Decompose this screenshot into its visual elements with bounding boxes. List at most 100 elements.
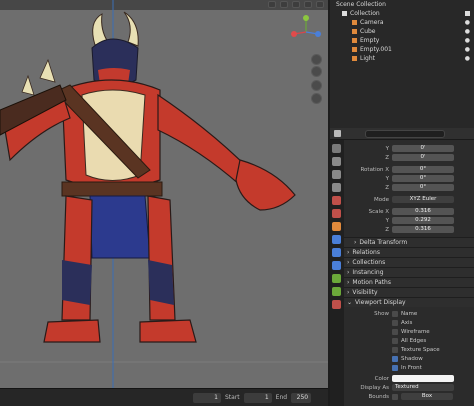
particles-tab-icon[interactable] (332, 248, 341, 257)
rotation-z-field[interactable]: 0° (392, 184, 454, 191)
scene-collection-row[interactable]: Scene Collection (330, 0, 474, 9)
outliner-row-label: Empty.001 (360, 46, 392, 53)
world-tab-icon[interactable] (332, 209, 341, 218)
outliner-row-camera[interactable]: Camera ● (330, 18, 474, 27)
editor-type-icon[interactable] (334, 130, 341, 137)
section-visibility[interactable]: › Visibility (344, 287, 474, 297)
eye-icon[interactable]: ● (465, 27, 470, 36)
transform-row: Z 0.316 (344, 225, 474, 234)
chevron-right-icon: › (347, 279, 350, 286)
show-option-row: Show Name (374, 310, 418, 317)
material-tab-icon[interactable] (332, 300, 341, 309)
transform-row: Z 0° (344, 183, 474, 192)
wireframe-checkbox[interactable] (392, 328, 398, 335)
eye-icon[interactable]: ● (465, 36, 470, 45)
section-collections[interactable]: › Collections (344, 257, 474, 267)
show-option-row: In Front (344, 363, 474, 372)
properties-header (330, 128, 474, 140)
start-label: Start (225, 394, 240, 401)
camera-view-icon[interactable] (311, 80, 322, 91)
outliner-row-empty-001[interactable]: Empty.001 ● (330, 45, 474, 54)
section-instancing[interactable]: › Instancing (344, 267, 474, 277)
outliner-row-collection[interactable]: Collection (330, 9, 474, 18)
chevron-right-icon: › (347, 269, 350, 276)
outliner-row-label: Empty (360, 37, 380, 44)
output-tab-icon[interactable] (332, 170, 341, 179)
camera-icon (352, 20, 357, 25)
data-tab-icon[interactable] (332, 287, 341, 296)
object-tab-icon[interactable] (332, 222, 341, 231)
section-motion-paths[interactable]: › Motion Paths (344, 277, 474, 287)
eye-icon[interactable]: ● (465, 45, 470, 54)
scene-tab-icon[interactable] (332, 196, 341, 205)
in-front-checkbox[interactable] (392, 364, 398, 371)
scale-y-field[interactable]: 0.292 (392, 217, 454, 224)
transform-row: Y 0° (344, 174, 474, 183)
navigation-gizmo[interactable] (286, 12, 326, 52)
scale-z-field[interactable]: 0.316 (392, 226, 454, 233)
end-frame-field[interactable]: 250 (291, 392, 312, 403)
display-as-dropdown[interactable]: Textured (392, 384, 454, 391)
shadow-checkbox[interactable] (392, 355, 398, 362)
section-viewport-display[interactable]: ⌄ Viewport Display (344, 297, 474, 307)
modifier-tab-icon[interactable] (332, 235, 341, 244)
location-y-field[interactable]: 0' (392, 145, 454, 152)
perspective-grid-icon[interactable] (311, 93, 322, 104)
axis-checkbox[interactable] (392, 319, 398, 326)
transform-row: Z 0' (344, 153, 474, 162)
outliner-row-empty[interactable]: Empty ● (330, 36, 474, 45)
texture-space-checkbox[interactable] (392, 346, 398, 353)
scene-collection-label: Scene Collection (336, 1, 386, 8)
properties-tabs (330, 140, 344, 406)
eye-icon[interactable]: ● (465, 54, 470, 63)
eye-icon[interactable]: ● (465, 18, 470, 27)
outliner-panel: Scene Collection Collection Camera ● Cub… (330, 0, 474, 128)
zoom-icon[interactable] (311, 54, 322, 65)
chevron-right-icon: › (354, 239, 357, 246)
section-delta-transform[interactable]: › Delta Transform (344, 237, 474, 247)
3d-viewport[interactable] (0, 0, 328, 388)
rotation-mode-dropdown[interactable]: XYZ Euler (392, 196, 454, 203)
chevron-down-icon: ⌄ (347, 299, 353, 306)
outliner-row-light[interactable]: Light ● (330, 54, 474, 63)
collection-icon (342, 11, 347, 16)
chevron-right-icon: › (347, 249, 350, 256)
empty-icon (352, 47, 357, 52)
outliner-row-label: Collection (350, 10, 380, 17)
color-swatch[interactable] (392, 375, 454, 382)
render-tab-icon[interactable] (332, 157, 341, 166)
checkbox-icon[interactable] (465, 11, 470, 16)
physics-tab-icon[interactable] (332, 261, 341, 270)
outliner-row-label: Camera (360, 19, 384, 26)
end-label: End (275, 394, 288, 401)
view-layer-tab-icon[interactable] (332, 183, 341, 192)
outliner-row-label: Cube (360, 28, 376, 35)
rotation-x-field[interactable]: 0° (392, 166, 454, 173)
properties-search-input[interactable] (365, 129, 445, 138)
scale-x-field[interactable]: 0.316 (392, 208, 454, 215)
start-frame-field[interactable]: 1 (243, 392, 272, 403)
transform-row: Mode XYZ Euler (344, 195, 474, 204)
properties-panel: Y 0' Z 0' Rotation X 0° Y 0° Z 0° Mode XYZ Eul… (344, 140, 474, 406)
location-z-field[interactable]: 0' (392, 154, 454, 161)
current-frame-field[interactable]: 1 (193, 392, 221, 403)
rotation-y-field[interactable]: 0° (392, 175, 454, 182)
section-relations[interactable]: › Relations (344, 247, 474, 257)
reference-image (0, 0, 328, 388)
pan-hand-icon[interactable] (311, 66, 322, 77)
transform-row: Y 0' (344, 144, 474, 153)
tool-tab-icon[interactable] (332, 144, 341, 153)
bounds-dropdown[interactable]: Box (401, 393, 453, 400)
bounds-checkbox[interactable] (392, 393, 398, 400)
show-option-row: Shadow (344, 354, 474, 363)
color-row: Color (344, 374, 474, 383)
show-option-row: Axis (344, 318, 474, 327)
name-checkbox[interactable] (392, 310, 398, 317)
chevron-right-icon: › (347, 259, 350, 266)
show-option-row: Wireframe (344, 327, 474, 336)
chevron-right-icon: › (347, 289, 350, 296)
outliner-row-label: Light (360, 55, 375, 62)
all-edges-checkbox[interactable] (392, 337, 398, 344)
constraints-tab-icon[interactable] (332, 274, 341, 283)
outliner-row-cube[interactable]: Cube ● (330, 27, 474, 36)
